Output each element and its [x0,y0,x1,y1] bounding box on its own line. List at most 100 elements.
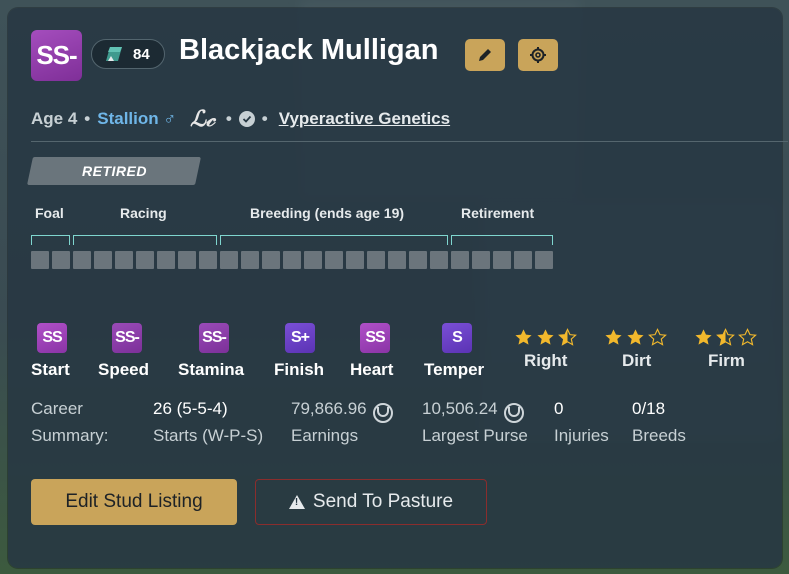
breeds-value: 0/18 [632,399,666,418]
preference-label-dirt: Dirt [622,351,652,370]
preference-stars-dirt [604,328,667,347]
lifecycle-segment [262,251,280,269]
attribute-grade-temper: S [442,323,472,353]
earnings-label: Earnings [291,426,359,445]
separator-dot: • [84,109,91,128]
lifecycle-segment [388,251,406,269]
purse-row: 10,506.24 [422,399,524,423]
lc-badge: ℒ𝒸 [190,106,215,132]
stage-bracket-retirement [451,235,553,245]
attribute-label-start: Start [31,360,70,379]
summary-title: Career [31,399,83,418]
attribute-label-speed: Speed [98,360,150,379]
star-icon [515,329,532,345]
currency-icon [503,403,524,423]
lifecycle-segment [409,251,427,269]
breeder-link[interactable]: Vyperactive Genetics [279,109,450,129]
star-icon [738,328,757,346]
stage-bracket-breeding [220,235,448,245]
lifecycle-progress-bar [31,251,553,269]
injuries-label: Injuries [554,426,609,445]
lifecycle-segment [283,251,301,269]
rating-value: 84 [133,45,150,63]
send-to-pasture-button[interactable]: Send To Pasture [255,479,487,525]
starts-value: 26 (5-5-4) [153,399,228,418]
lifecycle-segment [31,251,49,269]
lifecycle-segment [472,251,490,269]
attribute-label-finish: Finish [274,360,325,379]
preference-stars-right [514,328,577,347]
separator-dot: • [261,109,268,128]
edit-name-button[interactable] [465,39,505,71]
horse-name: Blackjack Mulligan [179,34,439,66]
gender-text: Stallion ♂ [97,109,177,128]
preference-stars-firm [694,328,757,347]
racing-flag-icon [106,47,122,61]
lifecycle-segment [241,251,259,269]
pencil-icon [479,49,491,61]
lifecycle-segment [514,251,532,269]
warning-icon [288,495,305,509]
lifecycle-segment [493,251,511,269]
status-badge-label: RETIRED [81,163,147,179]
attribute-label-heart: Heart [350,360,394,379]
lifecycle-segment [535,251,553,269]
lifecycle-segment [325,251,343,269]
stage-label-retirement: Retirement [461,205,535,221]
earnings-value: 79,866.96 [291,399,367,418]
lifecycle-segment [52,251,70,269]
star-icon [627,329,644,345]
lifecycle-segment [304,251,322,269]
age-text: Age 4 [31,109,78,128]
horse-meta-row: Age 4 • Stallion ♂ ℒ𝒸 • • Vyperactive Ge… [31,106,450,132]
horse-card: SS- 84 Blackjack Mulligan Age 4 • Stalli… [8,8,788,568]
gear-icon [530,47,546,63]
lifecycle-segment [73,251,91,269]
injuries-value: 0 [554,399,564,418]
lifecycle-segment [115,251,133,269]
lifecycle-segment [346,251,364,269]
settings-button[interactable] [518,39,558,71]
starts-label: Starts (W-P-S) [153,426,264,445]
star-icon [537,329,554,345]
summary-title-2: Summary: [31,426,109,445]
separator-dot: • [225,109,232,128]
attribute-grade-stamina: SS- [199,323,229,353]
lifecycle-segment [178,251,196,269]
send-to-pasture-label: Send To Pasture [312,491,454,512]
attribute-label-temper: Temper [424,360,485,379]
earnings-row: 79,866.96 [291,399,393,423]
star-icon [605,329,622,345]
lifecycle-segment [220,251,238,269]
attribute-grade-heart: SS [360,323,390,353]
purse-value: 10,506.24 [422,399,498,418]
status-badge: RETIRED [27,157,201,185]
attribute-grade-finish: S+ [285,323,315,353]
star-icon [695,329,712,345]
edit-stud-listing-button[interactable]: Edit Stud Listing [31,479,237,525]
verified-icon [238,111,255,127]
stage-label-breeding: Breeding (ends age 19) [250,205,405,221]
star-icon [558,328,577,346]
purse-label: Largest Purse [422,426,528,445]
lifecycle-segment [136,251,154,269]
rating-pill: 84 [91,39,165,69]
stage-label-racing: Racing [120,205,167,221]
attribute-grade-start: SS [37,323,67,353]
stage-bracket-foal [31,235,70,245]
preference-label-firm: Firm [708,351,745,370]
divider [31,141,788,142]
preference-label-right: Right [524,351,568,370]
lifecycle-segment [430,251,448,269]
attribute-label-stamina: Stamina [178,360,245,379]
stage-bracket-racing [73,235,217,245]
star-icon [716,328,735,346]
overall-grade-badge: SS- [31,30,82,81]
lifecycle-segment [157,251,175,269]
lifecycle-segment [451,251,469,269]
currency-icon [372,403,393,423]
stage-label-foal: Foal [35,205,64,221]
breeds-label: Breeds [632,426,686,445]
lifecycle-segment [199,251,217,269]
lifecycle-segment [367,251,385,269]
